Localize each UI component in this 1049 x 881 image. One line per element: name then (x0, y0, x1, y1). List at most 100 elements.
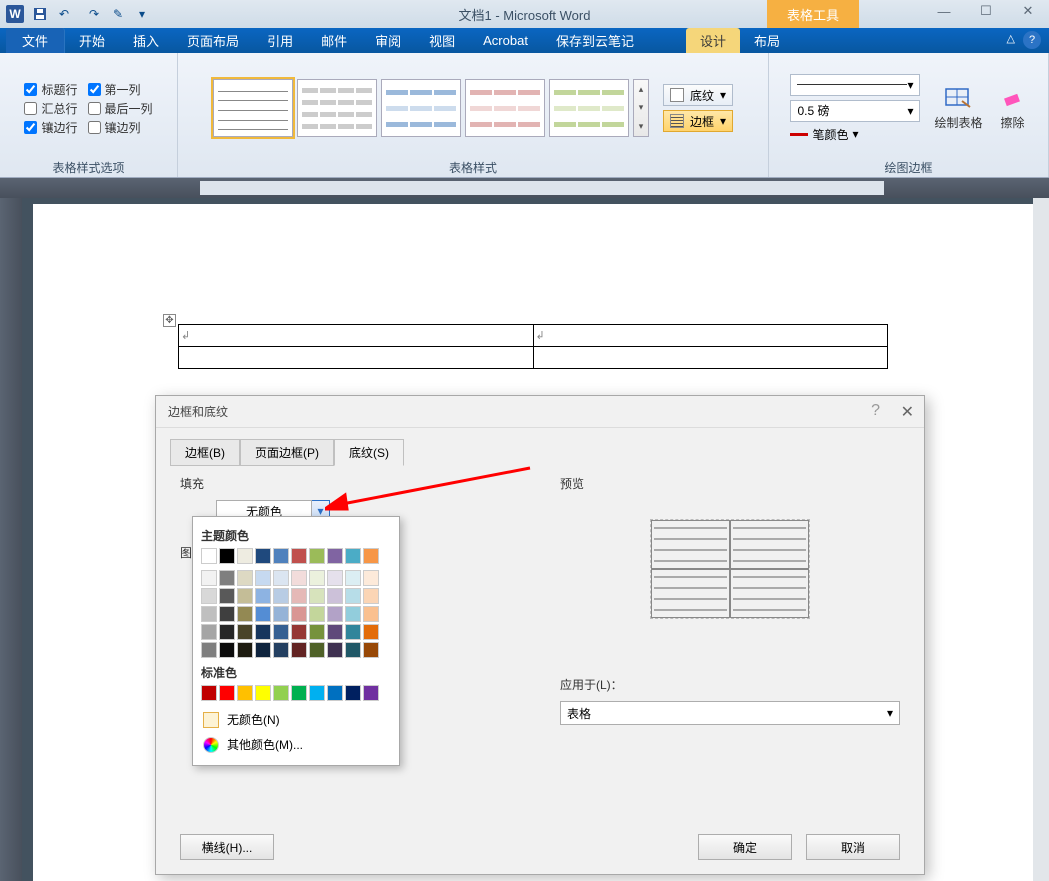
color-swatch[interactable] (219, 685, 235, 701)
borders-dropdown[interactable]: 边框▾ (663, 110, 733, 132)
color-swatch[interactable] (255, 548, 271, 564)
tab-view[interactable]: 视图 (415, 28, 469, 53)
color-swatch[interactable] (255, 685, 271, 701)
opt-header-row[interactable]: 标题行 (24, 81, 77, 98)
color-swatch[interactable] (201, 548, 217, 564)
color-swatch[interactable] (291, 685, 307, 701)
color-swatch[interactable] (201, 606, 217, 622)
dlg-tab-borders[interactable]: 边框(B) (170, 439, 240, 466)
dlg-tab-shading[interactable]: 底纹(S) (334, 439, 404, 466)
qat-save-icon[interactable] (29, 3, 51, 25)
color-swatch[interactable] (345, 548, 361, 564)
color-swatch[interactable] (327, 606, 343, 622)
vertical-ruler[interactable] (0, 198, 22, 881)
document-table[interactable]: ↲↲ (178, 324, 888, 369)
color-swatch[interactable] (255, 606, 271, 622)
help-icon[interactable]: ? (1023, 31, 1041, 49)
line-weight-select[interactable]: 0.5 磅▾ (790, 100, 920, 122)
gallery-more-button[interactable]: ▴▾▾ (633, 79, 649, 137)
draw-table-button[interactable]: 绘制表格 (934, 86, 982, 131)
tab-cloud[interactable]: 保存到云笔记 (542, 28, 648, 53)
dialog-close-button[interactable]: ✕ (901, 402, 914, 422)
color-swatch[interactable] (363, 685, 379, 701)
cancel-button[interactable]: 取消 (806, 834, 900, 860)
no-color-option[interactable]: 无颜色(N) (201, 707, 391, 732)
apply-to-select[interactable]: 表格▾ (560, 701, 900, 725)
color-swatch[interactable] (201, 642, 217, 658)
color-swatch[interactable] (273, 570, 289, 586)
qat-customize-icon[interactable]: ▾ (131, 3, 153, 25)
opt-first-col[interactable]: 第一列 (88, 81, 141, 98)
color-swatch[interactable] (219, 606, 235, 622)
color-swatch[interactable] (219, 570, 235, 586)
color-swatch[interactable] (309, 685, 325, 701)
color-swatch[interactable] (345, 606, 361, 622)
tab-mailings[interactable]: 邮件 (307, 28, 361, 53)
line-style-select[interactable]: ▾ (790, 74, 920, 96)
color-swatch[interactable] (327, 642, 343, 658)
color-swatch[interactable] (363, 548, 379, 564)
color-swatch[interactable] (237, 548, 253, 564)
tab-page-layout[interactable]: 页面布局 (173, 28, 253, 53)
color-swatch[interactable] (309, 588, 325, 604)
color-swatch[interactable] (201, 685, 217, 701)
color-swatch[interactable] (273, 548, 289, 564)
color-swatch[interactable] (309, 642, 325, 658)
table-style-thumb[interactable] (381, 79, 461, 137)
color-swatch[interactable] (255, 642, 271, 658)
qat-redo-icon[interactable]: ↷ (83, 3, 105, 25)
color-swatch[interactable] (291, 606, 307, 622)
color-swatch[interactable] (309, 570, 325, 586)
color-swatch[interactable] (309, 624, 325, 640)
table-style-gallery[interactable]: ▴▾▾ (213, 79, 649, 137)
qat-undo-icon[interactable]: ↶ (53, 3, 75, 25)
tab-insert[interactable]: 插入 (119, 28, 173, 53)
color-swatch[interactable] (219, 548, 235, 564)
color-swatch[interactable] (219, 624, 235, 640)
close-window-button[interactable]: ✕ (1007, 0, 1049, 22)
color-swatch[interactable] (327, 588, 343, 604)
tab-home[interactable]: 开始 (65, 28, 119, 53)
dialog-help-button[interactable]: ? (871, 402, 880, 420)
color-swatch[interactable] (345, 624, 361, 640)
color-swatch[interactable] (237, 624, 253, 640)
opt-banded-cols[interactable]: 镶边列 (88, 119, 141, 136)
collapse-ribbon-icon[interactable]: △ (1007, 32, 1015, 45)
color-swatch[interactable] (363, 588, 379, 604)
color-swatch[interactable] (309, 548, 325, 564)
ok-button[interactable]: 确定 (698, 834, 792, 860)
color-swatch[interactable] (219, 588, 235, 604)
color-swatch[interactable] (345, 588, 361, 604)
color-swatch[interactable] (291, 570, 307, 586)
color-swatch[interactable] (237, 606, 253, 622)
color-swatch[interactable] (363, 624, 379, 640)
color-swatch[interactable] (291, 548, 307, 564)
color-swatch[interactable] (201, 588, 217, 604)
color-swatch[interactable] (273, 588, 289, 604)
tab-design[interactable]: 设计 (686, 28, 740, 53)
color-swatch[interactable] (291, 588, 307, 604)
color-swatch[interactable] (255, 570, 271, 586)
pen-color-dropdown[interactable]: 笔颜色▾ (790, 126, 920, 143)
table-style-thumb[interactable] (213, 79, 293, 137)
color-swatch[interactable] (201, 624, 217, 640)
table-style-thumb[interactable] (297, 79, 377, 137)
color-swatch[interactable] (273, 685, 289, 701)
color-swatch[interactable] (291, 624, 307, 640)
tab-layout[interactable]: 布局 (740, 28, 794, 53)
vertical-scrollbar[interactable] (1033, 198, 1049, 881)
color-swatch[interactable] (201, 570, 217, 586)
tab-references[interactable]: 引用 (253, 28, 307, 53)
color-swatch[interactable] (255, 588, 271, 604)
horizontal-line-button[interactable]: 横线(H)... (180, 834, 274, 860)
dlg-tab-page-border[interactable]: 页面边框(P) (240, 439, 334, 466)
color-swatch[interactable] (345, 685, 361, 701)
color-swatch[interactable] (237, 570, 253, 586)
color-swatch[interactable] (237, 685, 253, 701)
color-swatch[interactable] (291, 642, 307, 658)
eraser-button[interactable]: 擦除 (999, 86, 1027, 131)
color-swatch[interactable] (363, 642, 379, 658)
color-swatch[interactable] (309, 606, 325, 622)
color-swatch[interactable] (327, 570, 343, 586)
minimize-button[interactable]: — (923, 0, 965, 22)
